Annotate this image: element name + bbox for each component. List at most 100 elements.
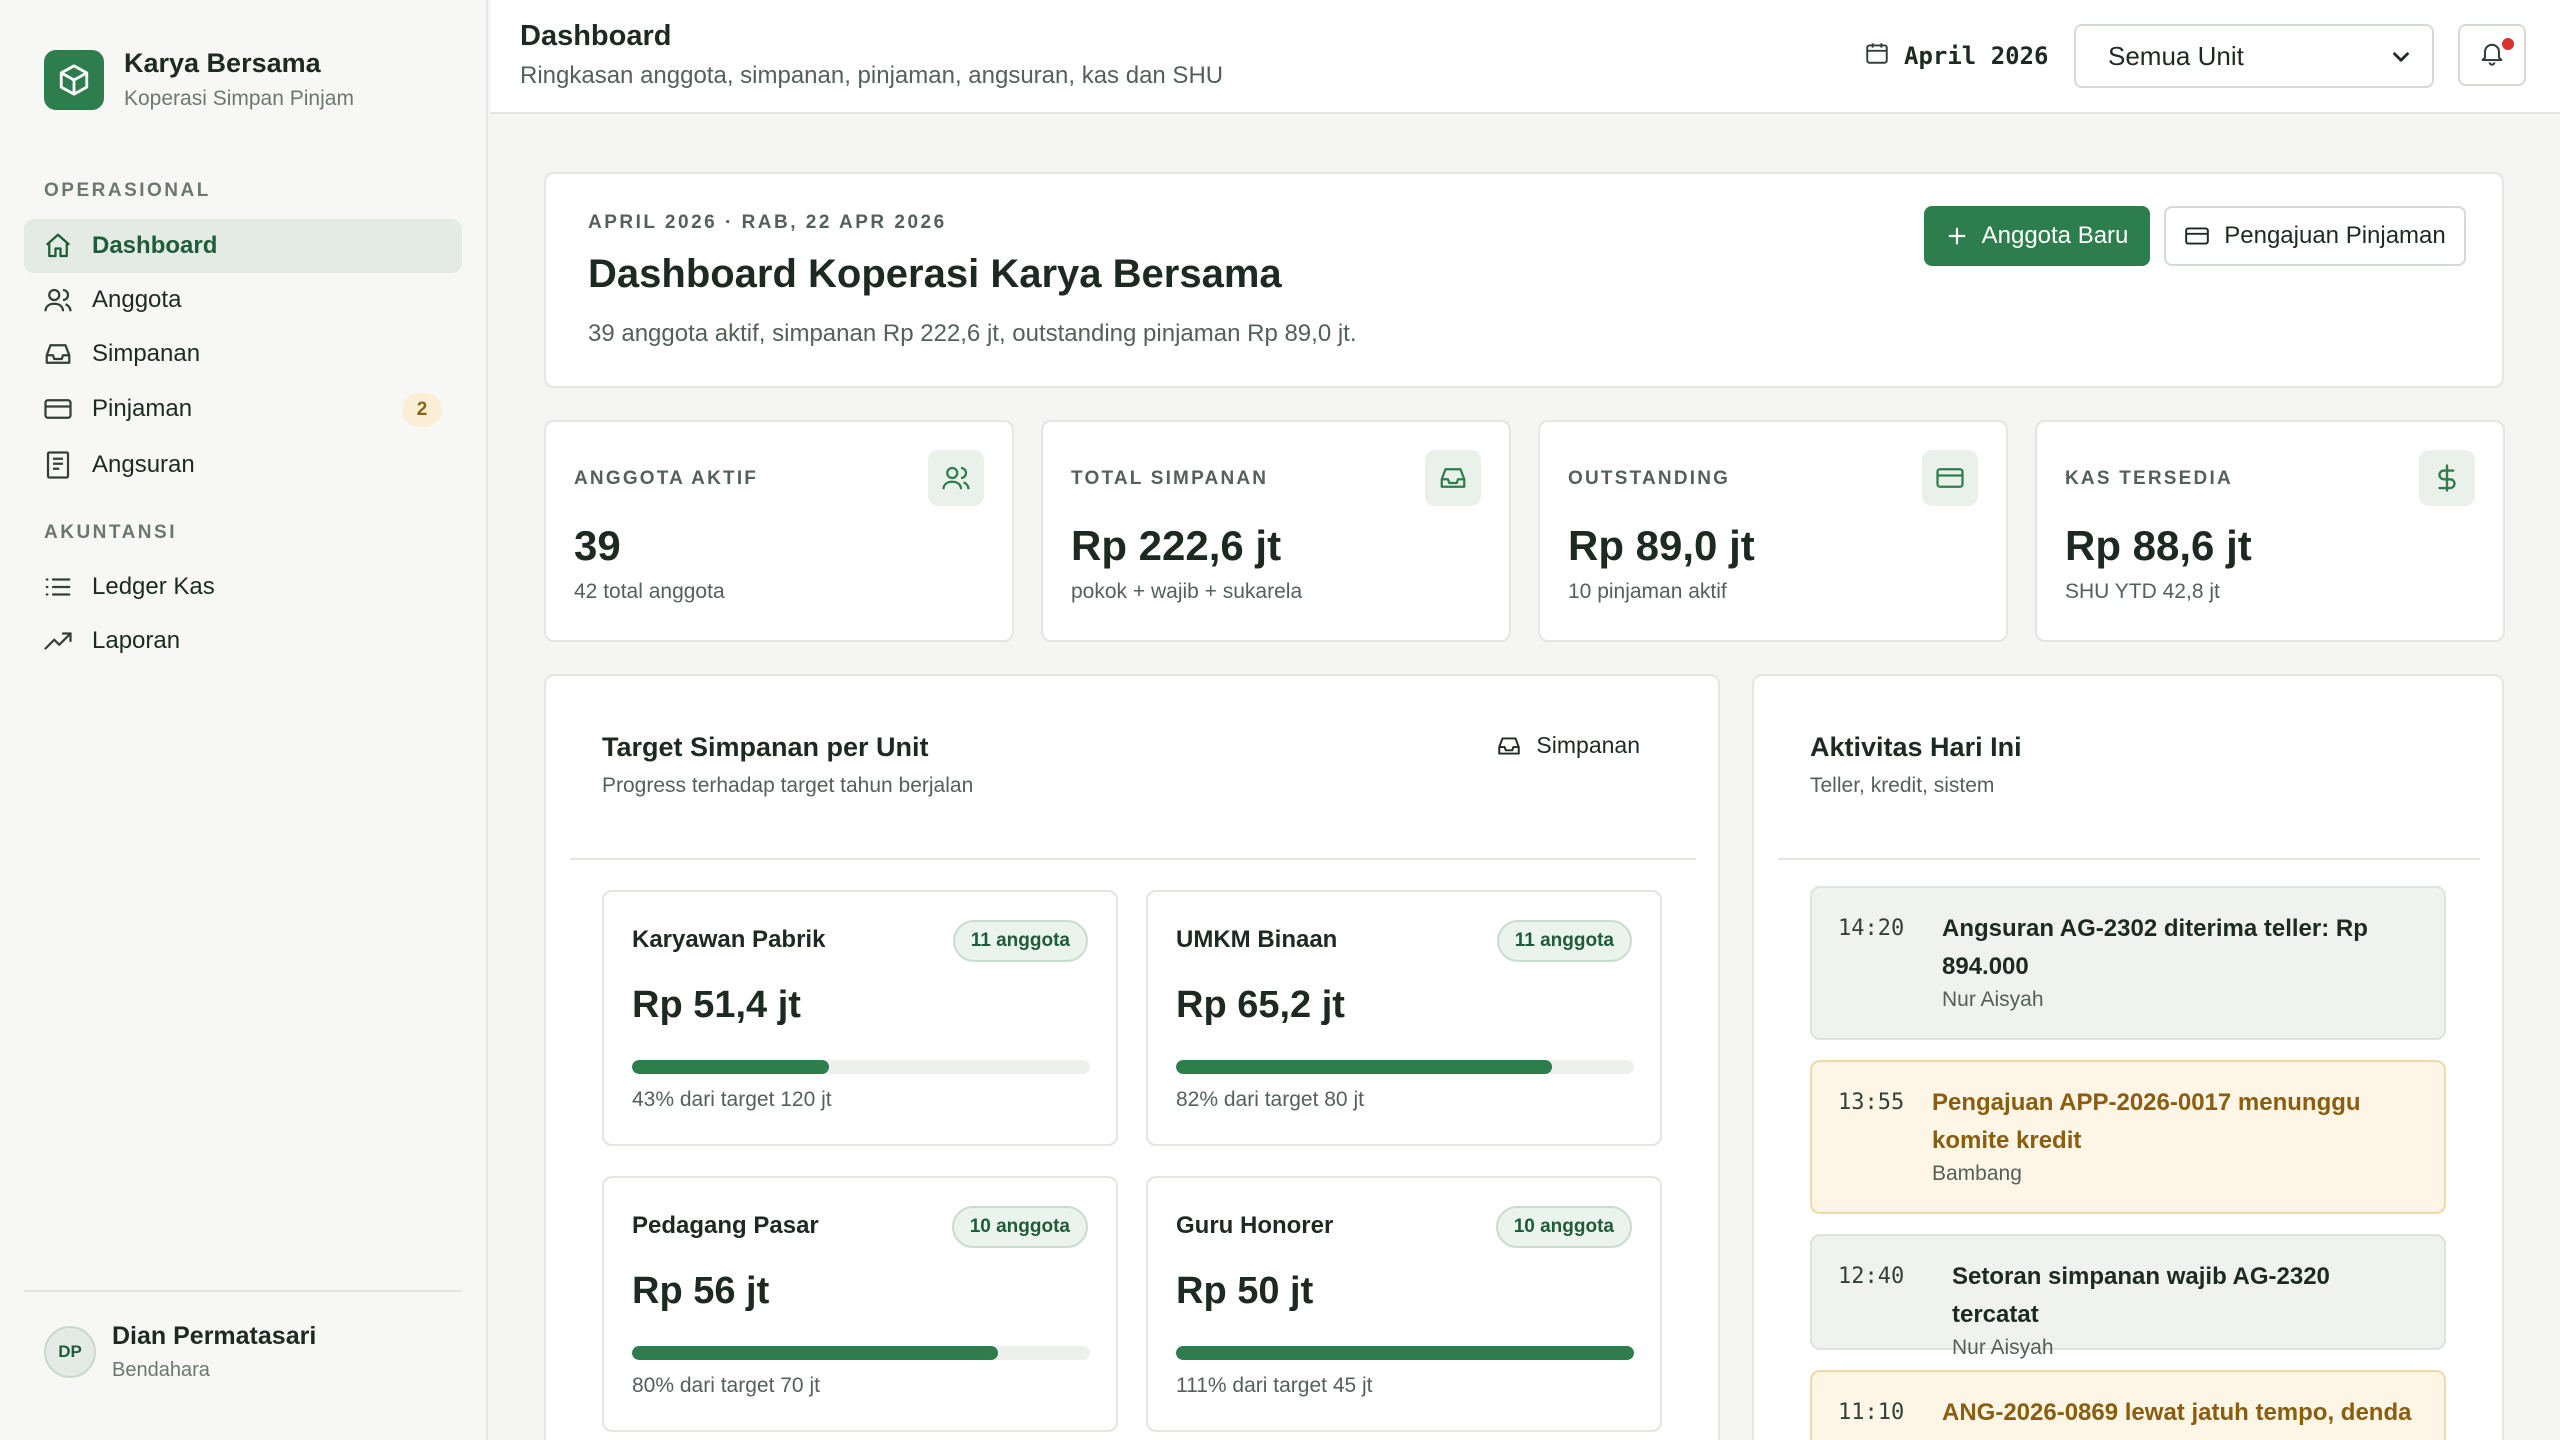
progress-fill <box>1176 1060 1552 1074</box>
stat-subtext: pokok + wajib + sukarela <box>1071 580 1303 603</box>
activity-time: 11:10 <box>1838 1400 1905 1425</box>
avatar: DP <box>44 1326 96 1378</box>
nav-section-operasional: OPERASIONAL <box>44 180 211 201</box>
activity-title: Angsuran AG-2302 diterima teller: Rp 894… <box>1942 915 2368 980</box>
unit-card-umkm-binaan[interactable]: UMKM Binaan 11 anggota Rp 65,2 jt 82% da… <box>1146 890 1662 1146</box>
pinjaman-count-badge: 2 <box>402 393 442 427</box>
progress-fill <box>1176 1346 1634 1360</box>
credit-card-icon <box>1922 450 1978 506</box>
sidebar-item-label: Angsuran <box>92 451 195 478</box>
progress-bar <box>632 1060 1090 1074</box>
sidebar-item-ledger-kas[interactable]: Ledger Kas <box>24 560 462 614</box>
stat-label: KAS TERSEDIA <box>2065 468 2233 489</box>
loan-application-label: Pengajuan Pinjaman <box>2224 222 2446 249</box>
credit-card-icon <box>42 393 74 425</box>
inbox-icon <box>42 338 74 370</box>
loan-application-button[interactable]: Pengajuan Pinjaman <box>2164 206 2466 266</box>
notification-dot <box>2502 38 2514 50</box>
dollar-icon <box>2419 450 2475 506</box>
credit-card-icon <box>2184 223 2210 249</box>
sidebar-item-label: Simpanan <box>92 340 201 367</box>
stat-card-kas-tersedia: KAS TERSEDIA Rp 88,6 jt SHU YTD 42,8 jt <box>2035 420 2505 642</box>
sidebar-item-label: Laporan <box>92 627 181 654</box>
nav-section-akuntansi: AKUNTANSI <box>44 522 177 543</box>
brand[interactable]: Karya Bersama Koperasi Simpan Pinjam <box>44 48 354 111</box>
section-title: Target Simpanan per Unit <box>602 732 929 762</box>
sidebar-item-dashboard[interactable]: Dashboard <box>24 219 462 273</box>
unit-select[interactable]: Semua Unit <box>2074 24 2434 88</box>
member-count-badge: 10 anggota <box>951 1206 1088 1248</box>
inbox-icon <box>1425 450 1481 506</box>
inbox-icon <box>1496 733 1522 759</box>
calendar-icon <box>1864 40 1890 71</box>
activity-title: ANG-2026-0869 lewat jatuh tempo, denda <box>1942 1399 2412 1426</box>
chevron-down-icon <box>2388 44 2414 77</box>
unit-progress-note: 111% dari target 45 jt <box>1176 1374 1373 1397</box>
progress-fill <box>632 1346 999 1360</box>
sidebar-item-laporan[interactable]: Laporan <box>24 614 462 668</box>
unit-card-karyawan-pabrik[interactable]: Karyawan Pabrik 11 anggota Rp 51,4 jt 43… <box>602 890 1118 1146</box>
unit-card-pedagang-pasar[interactable]: Pedagang Pasar 10 anggota Rp 56 jt 80% d… <box>602 1176 1118 1432</box>
unit-name: Karyawan Pabrik <box>632 926 826 953</box>
section-title: Aktivitas Hari Ini <box>1810 732 2022 762</box>
section-subtitle: Progress terhadap target tahun berjalan <box>602 774 974 797</box>
unit-value: Rp 50 jt <box>1176 1270 1314 1312</box>
activity-time: 14:20 <box>1838 916 1905 941</box>
unit-value: Rp 51,4 jt <box>632 984 801 1026</box>
hero-title: Dashboard Koperasi Karya Bersama <box>588 252 1282 296</box>
activity-time: 13:55 <box>1838 1090 1905 1115</box>
sidebar-item-label: Dashboard <box>92 232 218 259</box>
dashboard-hero: APRIL 2026 · RAB, 22 APR 2026 Dashboard … <box>544 172 2504 388</box>
notifications-button[interactable] <box>2458 24 2526 86</box>
sidebar-divider <box>24 1290 462 1292</box>
stat-value: Rp 88,6 jt <box>2065 522 2252 569</box>
activity-item-warning[interactable]: 11:10 ANG-2026-0869 lewat jatuh tempo, d… <box>1810 1370 2446 1440</box>
unit-name: Pedagang Pasar <box>632 1212 819 1239</box>
period-picker[interactable]: April 2026 <box>1864 40 2049 71</box>
unit-progress-note: 43% dari target 120 jt <box>632 1088 832 1111</box>
users-icon <box>928 450 984 506</box>
cube-icon <box>44 49 104 110</box>
user-profile[interactable]: DP Dian Permatasari Bendahara <box>44 1322 316 1382</box>
simpanan-link[interactable]: Simpanan <box>1496 732 1640 759</box>
activity-actor: Nur Aisyah <box>1952 1336 2054 1359</box>
stat-card-anggota-aktif: ANGGOTA AKTIF 39 42 total anggota <box>544 420 1014 642</box>
sidebar-item-simpanan[interactable]: Simpanan <box>24 327 462 381</box>
unit-select-value: Semua Unit <box>2108 40 2244 71</box>
trending-up-icon <box>42 625 74 657</box>
section-subtitle: Teller, kredit, sistem <box>1810 774 1995 797</box>
hero-description: 39 anggota aktif, simpanan Rp 222,6 jt, … <box>588 320 1357 347</box>
sidebar: Karya Bersama Koperasi Simpan Pinjam OPE… <box>0 0 488 1440</box>
receipt-icon <box>42 449 74 481</box>
activity-time: 12:40 <box>1838 1264 1905 1289</box>
unit-progress-note: 82% dari target 80 jt <box>1176 1088 1364 1111</box>
users-icon <box>42 284 74 316</box>
stat-value: Rp 222,6 jt <box>1071 522 1282 569</box>
period-label: April 2026 <box>1904 41 2049 70</box>
unit-value: Rp 65,2 jt <box>1176 984 1345 1026</box>
unit-progress-note: 80% dari target 70 jt <box>632 1374 820 1397</box>
sidebar-item-pinjaman[interactable]: Pinjaman 2 <box>24 382 462 436</box>
page-subtitle: Ringkasan anggota, simpanan, pinjaman, a… <box>520 62 1224 89</box>
stat-value: Rp 89,0 jt <box>1568 522 1755 569</box>
user-name: Dian Permatasari <box>112 1322 317 1350</box>
activity-title: Setoran simpanan wajib AG-2320 tercatat <box>1952 1263 2330 1328</box>
stat-value: 39 <box>574 522 621 569</box>
stat-label: TOTAL SIMPANAN <box>1071 468 1269 489</box>
activity-item-warning[interactable]: 13:55 Pengajuan APP-2026-0017 menunggu k… <box>1810 1060 2446 1214</box>
brand-name: Karya Bersama <box>124 48 321 78</box>
new-member-label: Anggota Baru <box>1981 222 2129 249</box>
activity-actor: Nur Aisyah <box>1942 988 2044 1011</box>
activity-actor: Bambang <box>1932 1162 2022 1185</box>
progress-bar <box>1176 1346 1634 1360</box>
activity-item[interactable]: 14:20 Angsuran AG-2302 diterima teller: … <box>1810 886 2446 1040</box>
unit-card-guru-honorer[interactable]: Guru Honorer 10 anggota Rp 50 jt 111% da… <box>1146 1176 1662 1432</box>
sidebar-item-anggota[interactable]: Anggota <box>24 273 462 327</box>
stat-subtext: SHU YTD 42,8 jt <box>2065 580 2220 603</box>
sidebar-item-angsuran[interactable]: Angsuran <box>24 438 462 492</box>
simpanan-link-label: Simpanan <box>1536 732 1640 758</box>
stat-card-total-simpanan: TOTAL SIMPANAN Rp 222,6 jt pokok + wajib… <box>1041 420 1511 642</box>
activity-item[interactable]: 12:40 Setoran simpanan wajib AG-2320 ter… <box>1810 1234 2446 1359</box>
new-member-button[interactable]: Anggota Baru <box>1924 206 2150 266</box>
progress-bar <box>632 1346 1090 1360</box>
